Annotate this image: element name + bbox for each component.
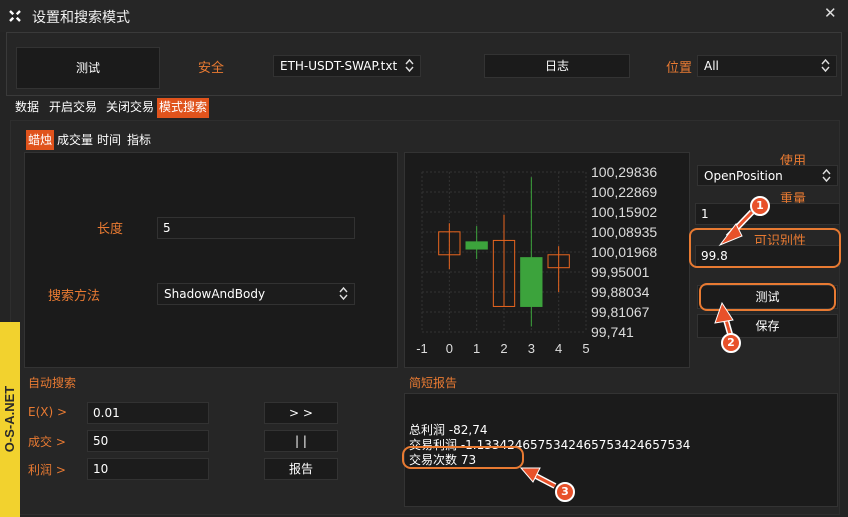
security-select-value: ETH-USDT-SWAP.txt	[280, 59, 398, 73]
chart-x-tick-label: 3	[528, 341, 535, 356]
ex-input[interactable]: 0.01	[87, 402, 209, 424]
tab-pattern-search[interactable]: 模式搜索	[157, 98, 210, 118]
candlestick-chart: 100,29836 100,22869 100,15902 100,08935 100,…	[416, 164, 657, 356]
subtab-time[interactable]: 时间	[97, 130, 121, 150]
select-arrows-icon	[405, 58, 414, 73]
report-button[interactable]: 报告	[264, 458, 338, 480]
length-label: 长度	[97, 222, 124, 237]
profit-label: 利润 >	[28, 463, 66, 477]
candle-body-bull	[465, 241, 488, 250]
window-title: 设置和搜索模式	[32, 10, 130, 26]
security-label: 安全	[198, 61, 225, 76]
trades-label: 成交 >	[28, 435, 66, 449]
chart-x-tick-label: 5	[582, 341, 589, 356]
top-test-button[interactable]: 测试	[16, 47, 160, 89]
chart-y-tick-label: 100,22869	[591, 184, 657, 200]
profit-input[interactable]: 10	[87, 458, 209, 480]
annotation-badge-3: 3	[555, 482, 575, 502]
chart-x-tick-label: 0	[446, 341, 453, 356]
tab-open-trade[interactable]: 开启交易	[47, 98, 99, 118]
chart-y-tick-label: 99,741	[591, 324, 634, 340]
annotation-badge-2: 2	[721, 333, 741, 353]
use-select[interactable]: OpenPosition	[697, 165, 838, 186]
subtab-indicators[interactable]: 指标	[127, 130, 151, 150]
highlight-ring-trade-count	[402, 446, 524, 469]
chart-y-tick-label: 100,08935	[591, 224, 657, 240]
tab-close-trade[interactable]: 关闭交易	[104, 98, 156, 118]
select-arrows-icon	[822, 168, 831, 183]
select-arrows-icon	[339, 286, 348, 301]
subtab-volume[interactable]: 成交量	[57, 130, 93, 150]
chart-x-tick-label: 2	[500, 341, 507, 356]
trades-input[interactable]: 50	[87, 430, 209, 452]
position-select[interactable]: All	[697, 55, 837, 77]
chart-x-tick-label: -1	[416, 341, 428, 356]
auto-search-title: 自动搜索	[28, 376, 77, 390]
chart-x-tick-label: 4	[555, 341, 562, 356]
candle-body-bull	[520, 257, 543, 307]
chart-y-tick-label: 99,81067	[591, 304, 650, 320]
tab-data[interactable]: 数据	[13, 98, 41, 118]
report-title: 简短报告	[409, 376, 458, 390]
settings-box	[24, 152, 398, 368]
pause-button[interactable]: | |	[264, 430, 338, 452]
chart-y-tick-label: 99,95001	[591, 264, 650, 280]
subtab-candles[interactable]: 蜡烛	[26, 130, 54, 150]
side-brand-label: O-S-A.NET	[2, 385, 17, 453]
app-logo-icon	[9, 10, 21, 22]
chart-y-tick-label: 100,01968	[591, 244, 657, 260]
search-method-select[interactable]: ShadowAndBody	[157, 283, 355, 305]
chart-y-tick-label: 100,29836	[591, 164, 657, 180]
forward-button[interactable]: > >	[264, 402, 338, 424]
position-label: 位置	[666, 61, 693, 76]
ex-label: E(X) >	[28, 405, 68, 419]
chart-y-tick-label: 100,15902	[591, 204, 657, 220]
annotation-badge-1: 1	[750, 196, 770, 216]
length-input[interactable]: 5	[157, 217, 355, 239]
log-button[interactable]: 日志	[484, 54, 630, 78]
save-button[interactable]: 保存	[697, 314, 838, 338]
search-method-value: ShadowAndBody	[164, 287, 266, 301]
search-method-label: 搜索方法	[48, 289, 101, 304]
position-select-value: All	[704, 59, 719, 73]
highlight-ring-recognition	[689, 228, 841, 268]
highlight-ring-test	[699, 283, 836, 311]
use-select-value: OpenPosition	[704, 169, 783, 183]
security-select[interactable]: ETH-USDT-SWAP.txt	[273, 55, 421, 77]
chart-y-tick-label: 99,88034	[591, 284, 650, 300]
chart-x-tick-label: 1	[473, 341, 480, 356]
select-arrows-icon	[821, 58, 830, 73]
close-icon[interactable]: ✕	[824, 4, 837, 22]
